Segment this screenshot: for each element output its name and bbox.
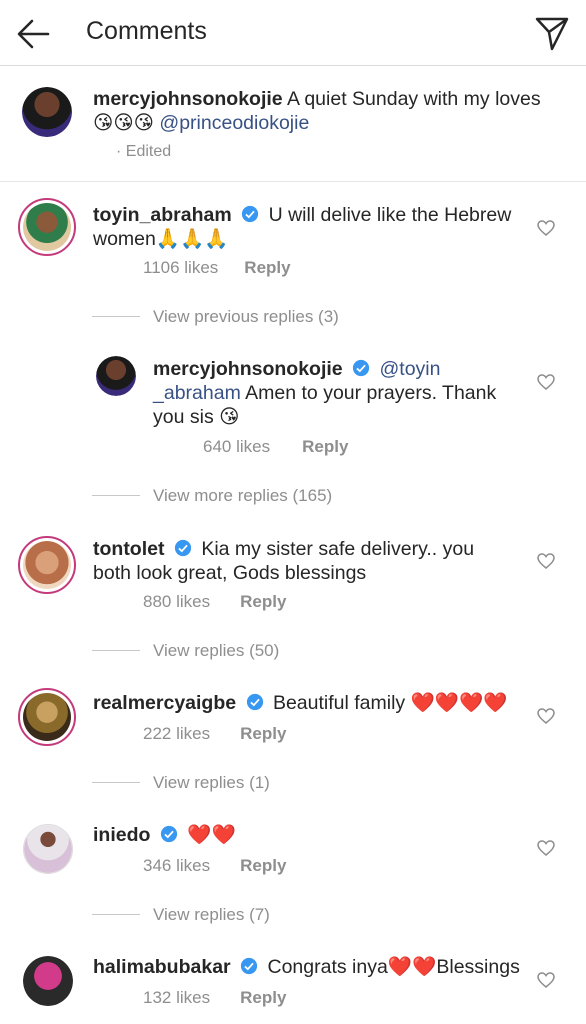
verified-badge-icon — [174, 539, 192, 557]
reply-mention[interactable]: @toyin — [379, 358, 440, 380]
view-replies-link[interactable]: View more replies (165) — [153, 486, 332, 506]
caption-mention[interactable]: @princeodiokojie — [159, 112, 309, 134]
verified-badge-icon — [240, 957, 258, 975]
like-count[interactable]: 222 likes — [143, 724, 210, 743]
like-heart-icon[interactable] — [536, 970, 556, 990]
comment-text: iniedo ❤️❤️ — [93, 823, 533, 847]
reply-meta: 640 likes Reply — [203, 437, 348, 457]
reply-button[interactable]: Reply — [240, 856, 286, 875]
view-replies-link[interactable]: View replies (7) — [153, 905, 270, 925]
divider — [92, 782, 140, 783]
view-replies-link[interactable]: View replies (1) — [153, 773, 270, 793]
like-heart-icon[interactable] — [536, 838, 556, 858]
comment-username[interactable]: iniedo — [93, 824, 150, 846]
reply-button[interactable]: Reply — [244, 258, 290, 277]
like-heart-icon[interactable] — [536, 706, 556, 726]
comment-body-cont: women🙏🙏🙏 — [93, 228, 229, 250]
reply-body-cont: you sis 😘 — [153, 406, 240, 428]
avatar[interactable] — [23, 824, 73, 874]
view-replies-link[interactable]: View replies (50) — [153, 641, 279, 661]
comment-text: tontolet Kia my sister safe delivery.. y… — [93, 537, 533, 585]
reply-button[interactable]: Reply — [240, 592, 286, 611]
like-heart-icon[interactable] — [536, 218, 556, 238]
like-count[interactable]: 132 likes — [143, 988, 210, 1007]
comment-body-cont: both look great, Gods blessings — [93, 562, 367, 584]
arrow-left-icon — [17, 19, 50, 49]
caption-body: A quiet Sunday with my loves — [286, 88, 541, 110]
avatar[interactable] — [23, 956, 73, 1006]
comment-meta: 1106 likes Reply — [143, 258, 291, 278]
back-button[interactable] — [14, 14, 54, 54]
like-heart-icon[interactable] — [536, 551, 556, 571]
reply-mention-cont[interactable]: _abraham — [153, 382, 241, 404]
reply-button[interactable]: Reply — [240, 724, 286, 743]
verified-badge-icon — [242, 205, 259, 223]
like-count[interactable]: 640 likes — [203, 437, 270, 456]
comment-username[interactable]: realmercyaigbe — [93, 692, 236, 714]
verified-badge-icon — [352, 359, 370, 377]
comment-body: ❤️❤️ — [187, 824, 236, 846]
avatar[interactable] — [18, 536, 76, 594]
divider — [92, 495, 140, 496]
comment-body: Kia my sister safe delivery.. you — [201, 538, 475, 560]
comment-body: U will delive like the Hebrew — [268, 204, 512, 226]
comment-text: toyin_abraham U will delive like the Heb… — [93, 203, 533, 251]
share-button[interactable] — [532, 13, 572, 53]
divider — [92, 316, 140, 317]
comment-meta: 880 likes Reply — [143, 592, 286, 612]
header-bar: Comments — [0, 0, 586, 66]
reply-button[interactable]: Reply — [240, 988, 286, 1007]
like-count[interactable]: 1106 likes — [143, 258, 218, 277]
comment-text: realmercyaigbe Beautiful family ❤️❤️❤️❤️ — [93, 691, 533, 715]
view-replies-link[interactable]: View previous replies (3) — [153, 307, 339, 327]
comment-meta: 132 likes Reply — [143, 988, 286, 1008]
reply-body: Amen to your prayers. Thank — [245, 382, 497, 404]
page-title: Comments — [86, 17, 207, 45]
reply-username[interactable]: mercyjohnsonokojie — [153, 358, 343, 380]
verified-badge-icon — [246, 693, 263, 711]
comment-meta: 346 likes Reply — [143, 856, 286, 876]
edited-label: · Edited — [116, 143, 172, 160]
comment-username[interactable]: halimabubakar — [93, 956, 231, 978]
caption-emojis: 😘😘😘 — [93, 112, 154, 134]
avatar[interactable] — [18, 198, 76, 256]
paper-plane-icon — [535, 17, 569, 51]
avatar[interactable] — [96, 356, 136, 396]
comment-text: halimabubakar Congrats inya❤️❤️Blessings — [93, 955, 533, 979]
comment-username[interactable]: tontolet — [93, 538, 164, 560]
avatar[interactable] — [22, 87, 72, 137]
like-count[interactable]: 346 likes — [143, 856, 210, 875]
divider — [92, 914, 140, 915]
comment-meta: 222 likes Reply — [143, 724, 286, 744]
comment-username[interactable]: toyin_abraham — [93, 204, 232, 226]
like-heart-icon[interactable] — [536, 372, 556, 392]
comment-body: Beautiful family ❤️❤️❤️❤️ — [272, 692, 508, 714]
verified-badge-icon — [160, 825, 177, 843]
reply-text: mercyjohnsonokojie @toyin _abraham Amen … — [153, 357, 533, 429]
divider — [92, 650, 140, 651]
like-count[interactable]: 880 likes — [143, 592, 210, 611]
reply-button[interactable]: Reply — [302, 437, 348, 456]
comment-body: Congrats inya❤️❤️Blessings — [267, 956, 520, 978]
post-caption: mercyjohnsonokojie A quiet Sunday with m… — [0, 67, 586, 182]
caption-username[interactable]: mercyjohnsonokojie — [93, 88, 283, 110]
caption-text: mercyjohnsonokojie A quiet Sunday with m… — [93, 87, 553, 135]
avatar[interactable] — [18, 688, 76, 746]
